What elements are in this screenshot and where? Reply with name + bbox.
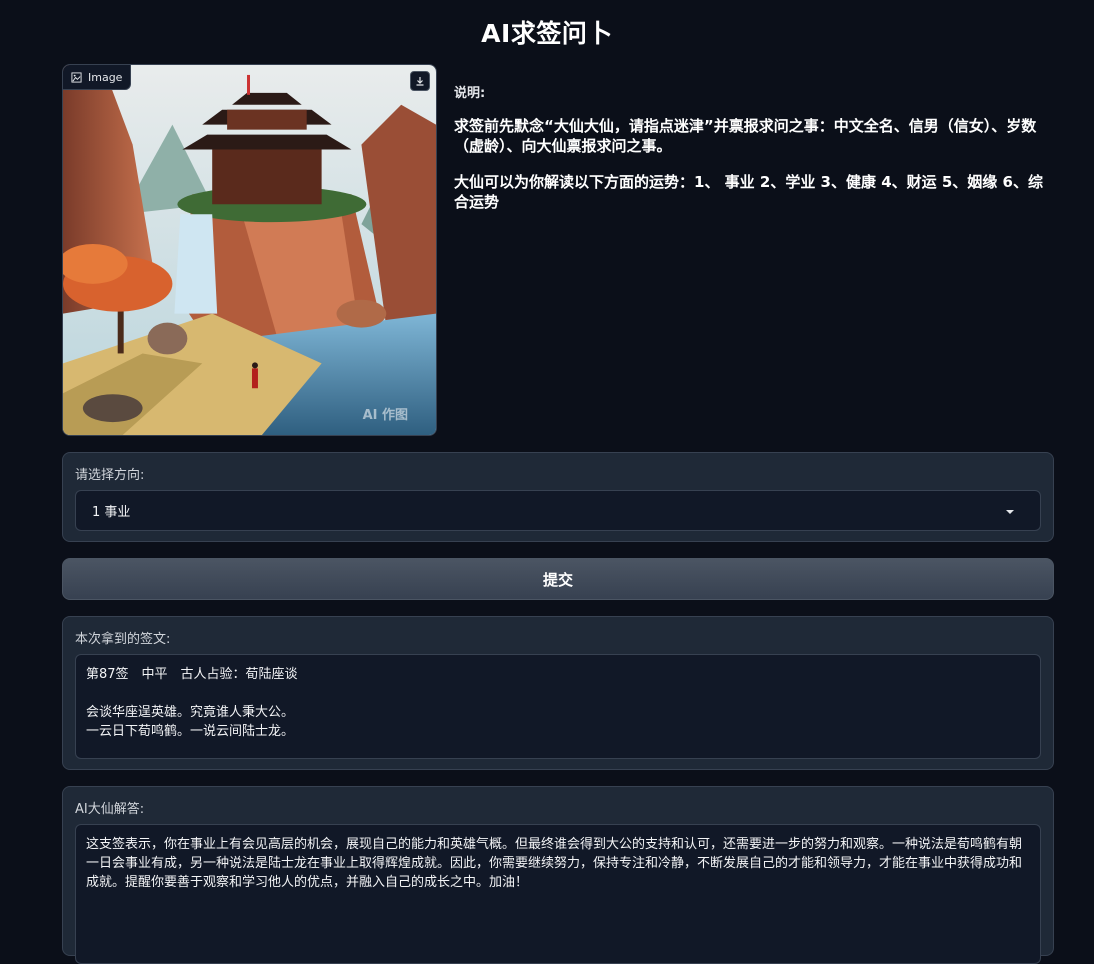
image-watermark: AI 作图 (362, 408, 408, 423)
chevron-down-icon (1006, 510, 1014, 514)
direction-label: 请选择方向: (75, 468, 145, 483)
result-line (86, 684, 1030, 703)
result-line: 会谈华座逞英雄。究竟谁人秉大公。 (86, 705, 295, 720)
answer-label: AI大仙解答: (75, 802, 145, 817)
temple-landscape-image (63, 65, 436, 435)
answer-text: 这支签表示，你在事业上有会见高层的机会，展现自己的能力和英雄气概。但最终谁会得到… (86, 837, 1023, 890)
result-label: 本次拿到的签文: (75, 632, 171, 647)
answer-textbox[interactable]: 这支签表示，你在事业上有会见高层的机会，展现自己的能力和英雄气概。但最终谁会得到… (75, 824, 1041, 964)
page-title: AI求签问卜 (481, 19, 613, 48)
description-heading: 说明: (454, 86, 486, 101)
submit-button[interactable]: 提交 (62, 558, 1054, 600)
download-button[interactable] (410, 71, 430, 91)
result-line: 第87签 中平 古人占验：荀陆座谈 (86, 667, 298, 682)
image-panel: Image AI 作图 (62, 64, 437, 436)
answer-panel: AI大仙解答: 这支签表示，你在事业上有会见高层的机会，展现自己的能力和英雄气概… (62, 786, 1054, 964)
result-line: 一云日下荀鸣鹤。一说云间陆士龙。 (86, 724, 295, 739)
result-textbox[interactable]: 第87签 中平 古人占验：荀陆座谈 会谈华座逞英雄。究竟谁人秉大公。 一云日下荀… (75, 654, 1041, 759)
result-panel: 本次拿到的签文: 第87签 中平 古人占验：荀陆座谈 会谈华座逞英雄。究竟谁人秉… (62, 616, 1054, 770)
description-panel: 说明: 求签前先默念“大仙大仙，请指点迷津”并禀报求问之事：中文全名、信男（信女… (454, 82, 1054, 228)
image-label-badge: Image (63, 65, 132, 90)
direction-select[interactable]: 1 事业 (75, 490, 1041, 531)
description-paragraph-2: 大仙可以为你解读以下方面的运势：1、 事业 2、学业 3、健康 4、财运 5、姻… (454, 173, 1043, 211)
direction-selected-value: 1 事业 (92, 505, 131, 520)
download-icon (416, 77, 424, 86)
image-icon (71, 71, 82, 83)
description-paragraph-1: 求签前先默念“大仙大仙，请指点迷津”并禀报求问之事：中文全名、信男（信女）、岁数… (454, 117, 1037, 155)
direction-panel: 请选择方向: 1 事业 (62, 452, 1054, 542)
image-label: Image (88, 70, 123, 84)
